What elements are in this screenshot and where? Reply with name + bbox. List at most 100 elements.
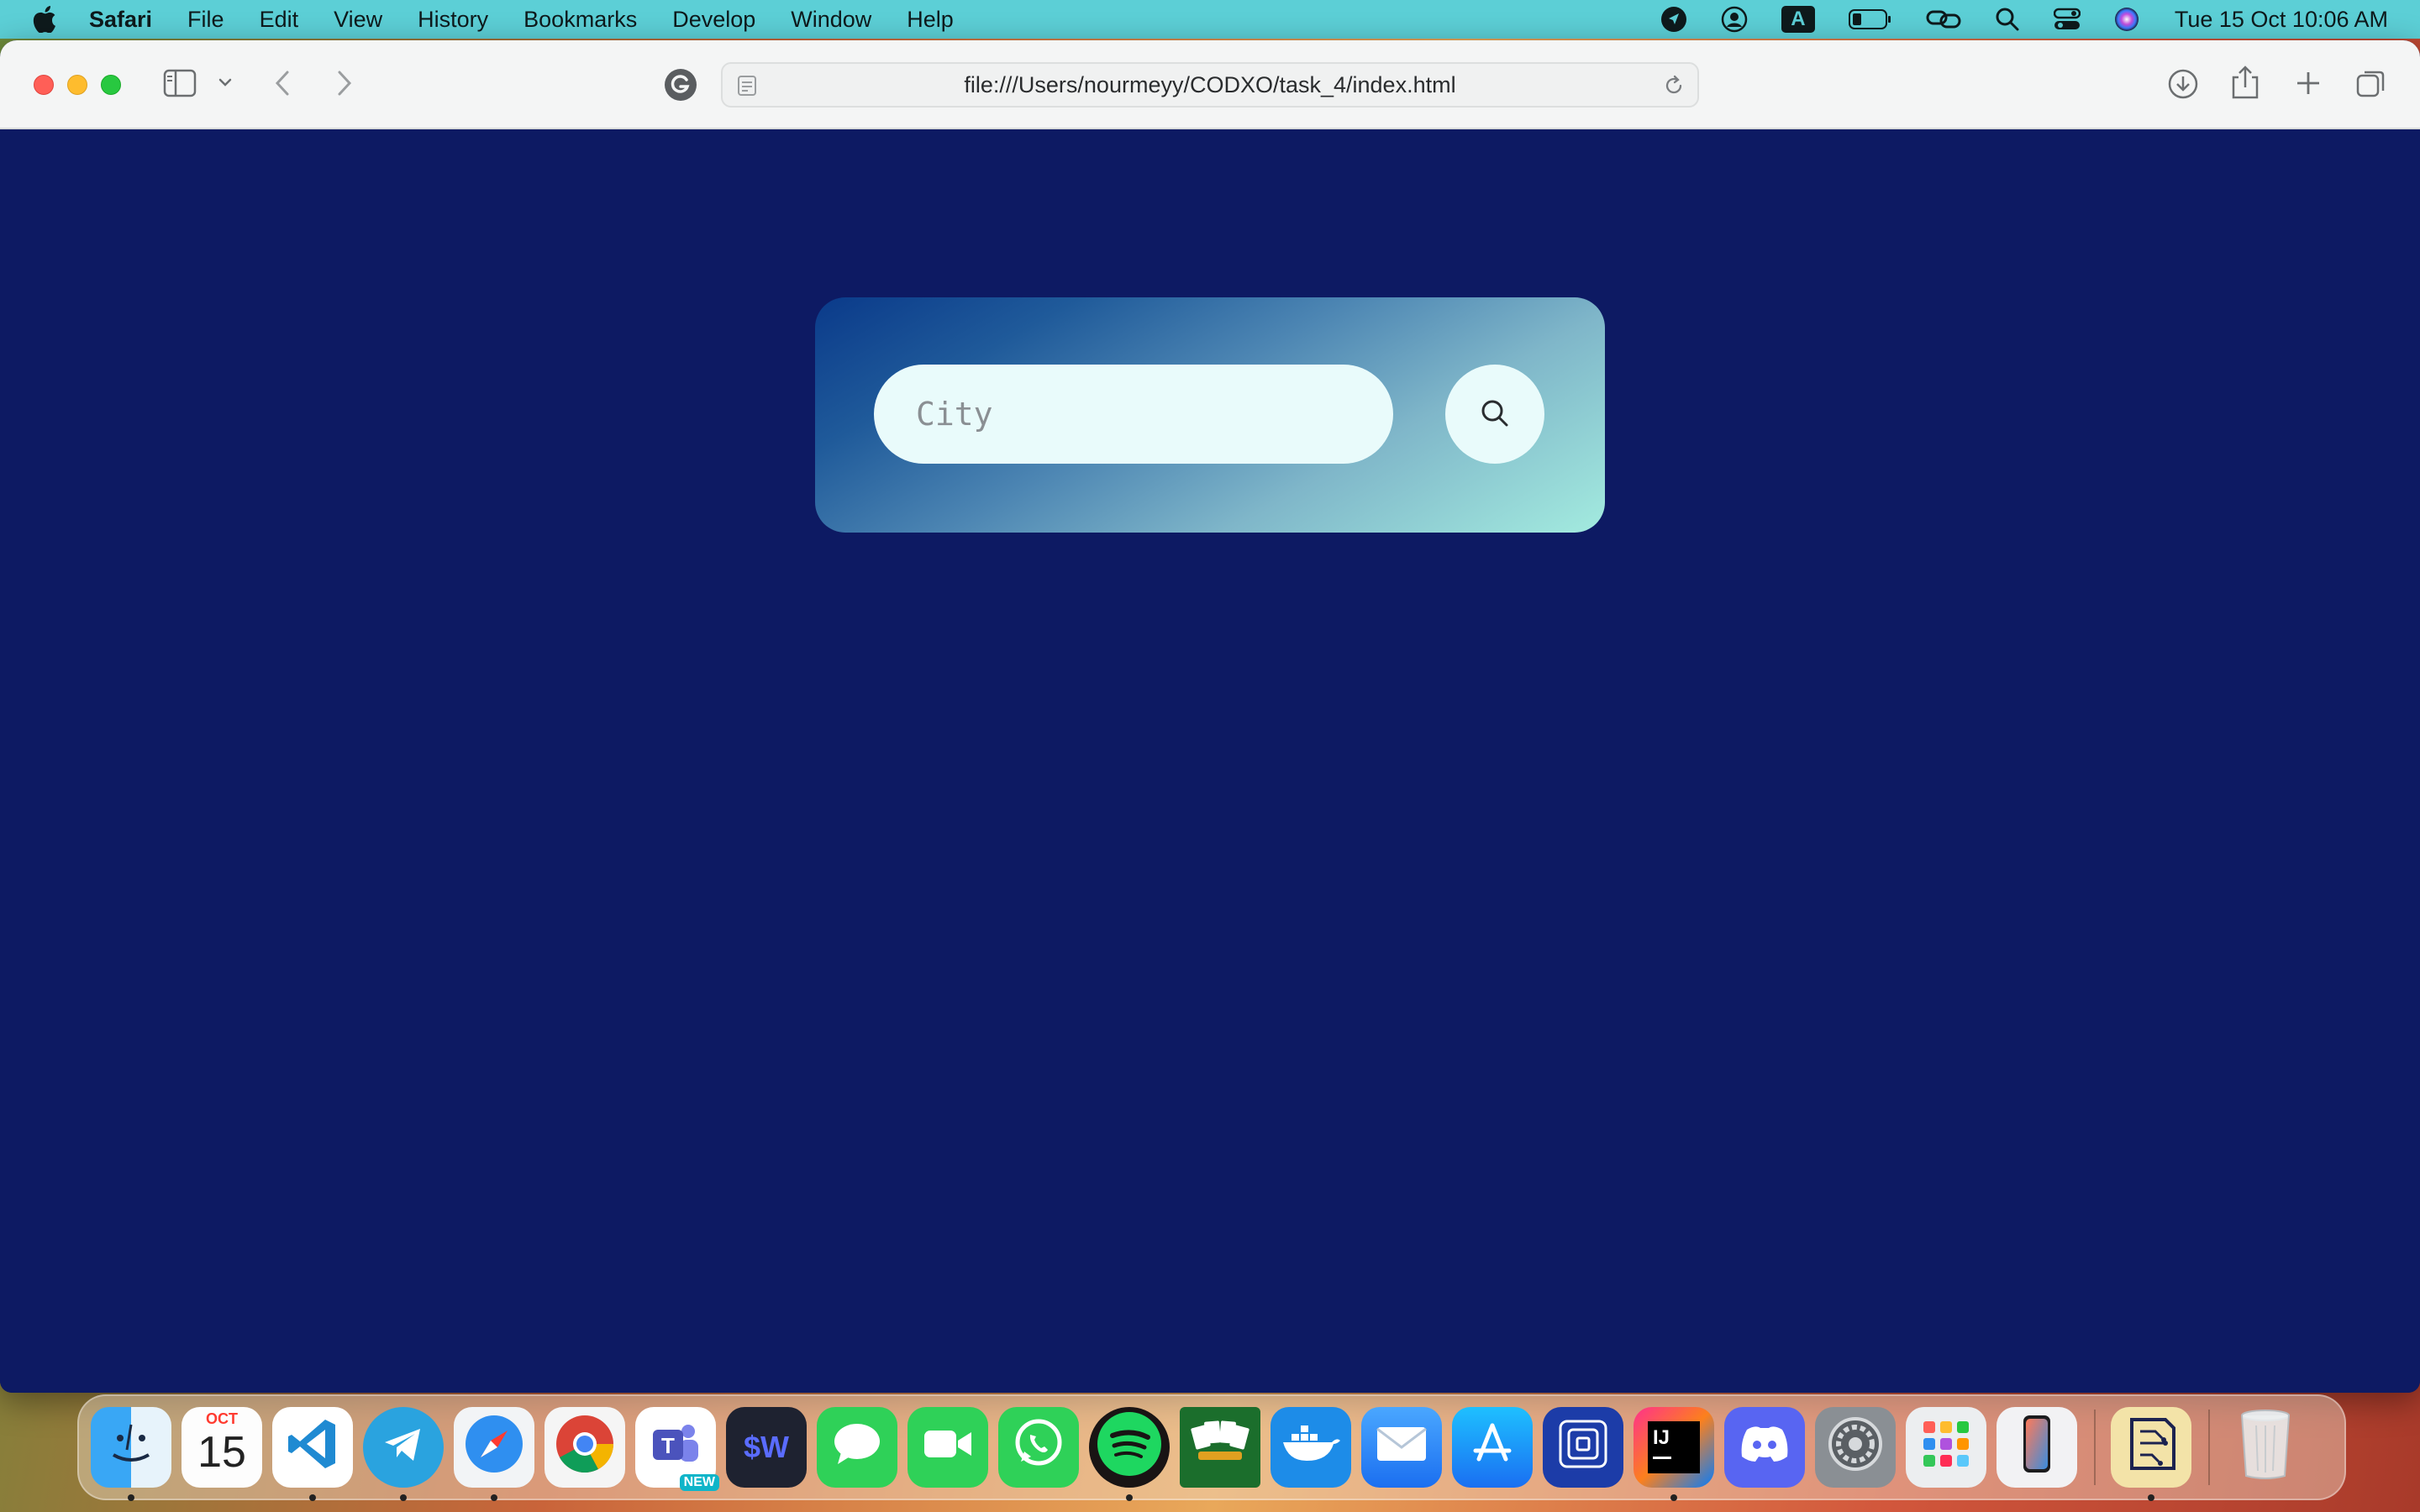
minimize-window-button[interactable] xyxy=(67,75,87,95)
dock: OCT 15 T NEW $W IJ xyxy=(77,1394,2346,1501)
menu-clock[interactable]: Tue 15 Oct 10:06 AM xyxy=(2175,7,2388,33)
running-indicator xyxy=(491,1494,497,1501)
status-menu-area: A Tue 15 Oct 10:06 AM xyxy=(1627,0,2388,39)
safari-window: file:///Users/nourmeyy/CODXO/task_4/inde… xyxy=(0,40,2420,1393)
playing-cards-icon xyxy=(1186,1415,1254,1481)
location-arrow-icon[interactable] xyxy=(1660,6,1687,33)
apple-menu-icon[interactable] xyxy=(32,5,57,34)
warp-label: $W xyxy=(744,1430,789,1464)
running-indicator xyxy=(128,1494,134,1501)
concentric-squares-icon xyxy=(1555,1416,1611,1479)
dock-spotify[interactable] xyxy=(1089,1407,1170,1501)
dock-calendar[interactable]: OCT 15 xyxy=(182,1407,262,1488)
dock-vscode[interactable] xyxy=(272,1407,353,1501)
dock-mail[interactable] xyxy=(1361,1407,1442,1488)
forward-button[interactable] xyxy=(331,67,356,99)
whatsapp-icon xyxy=(1009,1415,1068,1481)
menu-window[interactable]: Window xyxy=(791,7,871,33)
grammarly-extension-icon[interactable] xyxy=(664,68,697,102)
running-indicator xyxy=(2148,1494,2154,1501)
page-menu-icon[interactable] xyxy=(736,74,760,103)
dock-finder[interactable] xyxy=(91,1407,171,1501)
dock-app-store[interactable] xyxy=(1452,1407,1533,1488)
reload-icon[interactable] xyxy=(1662,74,1686,103)
svg-text:T: T xyxy=(661,1433,675,1458)
teams-icon: T xyxy=(646,1415,705,1481)
circuit-board-icon xyxy=(2122,1415,2181,1481)
search-button[interactable] xyxy=(1445,365,1544,464)
address-bar[interactable]: file:///Users/nourmeyy/CODXO/task_4/inde… xyxy=(721,62,1699,108)
menu-app-safari[interactable]: Safari xyxy=(89,7,152,33)
safari-compass-icon xyxy=(462,1412,526,1483)
link-chain-icon[interactable] xyxy=(1926,7,1961,32)
mail-envelope-icon xyxy=(1374,1424,1429,1472)
gear-icon xyxy=(1824,1413,1886,1483)
dock-launchpad[interactable] xyxy=(1906,1407,1986,1488)
menu-help[interactable]: Help xyxy=(907,7,954,33)
new-tab-icon[interactable] xyxy=(2294,69,2323,97)
running-indicator xyxy=(400,1494,407,1501)
dock-warp[interactable]: $W xyxy=(726,1407,807,1488)
close-window-button[interactable] xyxy=(34,75,54,95)
siri-icon[interactable] xyxy=(2114,7,2139,32)
dock-iphone-mirroring[interactable] xyxy=(1996,1407,2077,1488)
running-indicator xyxy=(309,1494,316,1501)
app-store-icon xyxy=(1465,1417,1519,1478)
user-account-icon[interactable] xyxy=(1721,6,1748,33)
dock-separator xyxy=(2094,1410,2096,1485)
facetime-camera-icon xyxy=(921,1425,975,1470)
intellij-label: IJ xyxy=(1653,1426,1670,1449)
dock-intellij[interactable]: IJ xyxy=(1634,1407,1714,1501)
iphone-icon xyxy=(2020,1414,2054,1482)
dock-circuit-app[interactable] xyxy=(2111,1407,2191,1501)
downloads-icon[interactable] xyxy=(2166,67,2200,101)
sidebar-toggle-icon[interactable] xyxy=(163,69,197,97)
intellij-underline xyxy=(1653,1457,1671,1459)
search-icon xyxy=(1479,397,1511,432)
menu-bookmarks[interactable]: Bookmarks xyxy=(523,7,637,33)
share-icon[interactable] xyxy=(2230,64,2260,101)
dock-separator xyxy=(2208,1410,2210,1485)
dock-whatsapp[interactable] xyxy=(998,1407,1079,1488)
spotlight-search-icon[interactable] xyxy=(1995,7,2020,32)
finder-icon xyxy=(102,1415,160,1481)
new-badge: NEW xyxy=(679,1474,719,1491)
battery-icon[interactable] xyxy=(1848,8,1892,30)
dock-telegram[interactable] xyxy=(363,1407,444,1501)
address-url[interactable]: file:///Users/nourmeyy/CODXO/task_4/inde… xyxy=(964,72,1455,98)
tab-overview-icon[interactable] xyxy=(2354,67,2388,101)
vscode-icon xyxy=(283,1415,342,1481)
dock-solitaire[interactable] xyxy=(1180,1407,1260,1488)
menu-develop[interactable]: Develop xyxy=(672,7,755,33)
menu-file[interactable]: File xyxy=(187,7,224,33)
dock-system-settings[interactable] xyxy=(1815,1407,1896,1488)
menu-view[interactable]: View xyxy=(334,7,382,33)
menu-bar: Safari File Edit View History Bookmarks … xyxy=(0,0,2420,39)
messages-bubble-icon xyxy=(829,1419,885,1477)
window-controls xyxy=(34,75,134,95)
dock-teams[interactable]: T NEW xyxy=(635,1407,719,1491)
chevron-down-icon[interactable] xyxy=(217,74,234,91)
menu-edit[interactable]: Edit xyxy=(260,7,299,33)
dock-facetime[interactable] xyxy=(908,1407,988,1488)
dock-docker[interactable] xyxy=(1270,1407,1351,1488)
trash-icon xyxy=(2236,1407,2295,1488)
control-center-icon[interactable] xyxy=(2053,8,2081,31)
page-content xyxy=(0,129,2420,1393)
running-indicator xyxy=(1126,1494,1133,1501)
zoom-window-button[interactable] xyxy=(101,75,121,95)
docker-whale-icon xyxy=(1280,1419,1342,1477)
menu-history[interactable]: History xyxy=(418,7,488,33)
dock-safari[interactable] xyxy=(454,1407,534,1501)
dock-discord[interactable] xyxy=(1724,1407,1805,1488)
running-indicator xyxy=(1670,1494,1677,1501)
back-button[interactable] xyxy=(271,67,296,99)
dock-trash[interactable] xyxy=(2225,1407,2306,1488)
dock-network-radar[interactable] xyxy=(1543,1407,1623,1488)
city-search-input[interactable] xyxy=(874,365,1393,464)
dock-chrome[interactable] xyxy=(544,1407,625,1488)
dock-messages[interactable] xyxy=(817,1407,897,1488)
discord-icon xyxy=(1737,1423,1792,1473)
calendar-month: OCT xyxy=(206,1410,238,1427)
input-source-icon[interactable]: A xyxy=(1781,6,1815,33)
